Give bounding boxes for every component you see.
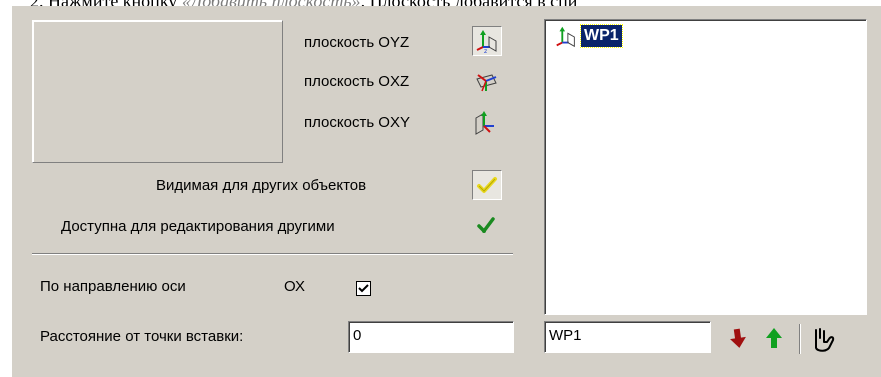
distance-input[interactable]: 0 <box>348 321 514 353</box>
plane-oxz-icon <box>476 74 497 92</box>
plane-oyz-button[interactable]: z <box>472 26 502 56</box>
list-item-label: WP1 <box>580 24 623 48</box>
plane-oyz-icon: z <box>476 30 497 55</box>
label-plane-oyz: плоскость ОYZ <box>304 34 410 51</box>
yellow-check-icon <box>477 177 497 193</box>
checkmark-icon <box>358 284 369 293</box>
svg-text:z: z <box>484 48 487 55</box>
label-visible-for-others: Видимая для других объектов <box>156 177 367 194</box>
visible-for-others-toggle[interactable] <box>472 170 502 200</box>
green-check-icon <box>477 217 495 233</box>
label-insert-distance: Расстояние от точки вставки: <box>40 328 244 345</box>
workplane-panel: плоскость ОYZ z плоскость ОXZ плоскость … <box>12 6 881 377</box>
arrow-down-icon <box>730 328 746 348</box>
plane-oxy-icon <box>475 111 494 135</box>
hand-icon <box>815 328 835 352</box>
plane-oxz-button[interactable] <box>472 67 502 97</box>
hand-tool-button[interactable] <box>808 324 838 354</box>
editable-by-others-toggle[interactable] <box>472 212 502 242</box>
plane-preview <box>32 20 283 163</box>
label-plane-oxy: плоскость ОXY <box>304 114 410 131</box>
toolbar-divider <box>799 324 801 354</box>
label-plane-oxz: плоскость ОXZ <box>304 73 410 90</box>
plane-oxy-button[interactable] <box>472 108 502 138</box>
arrow-up-icon <box>766 328 782 348</box>
axis-name: ОХ <box>284 278 305 295</box>
plane-oyz-icon <box>556 26 575 48</box>
plane-list[interactable]: WP1 <box>544 19 867 315</box>
section-divider <box>32 253 513 255</box>
move-down-button[interactable] <box>724 324 754 354</box>
move-up-button[interactable] <box>760 324 790 354</box>
label-editable-by-others: Доступна для редактирования другими <box>61 218 335 235</box>
label-direction-axis: По направлению оси <box>40 278 186 295</box>
plane-name-input[interactable]: WP1 <box>544 321 711 353</box>
direction-checkbox[interactable] <box>356 281 371 296</box>
